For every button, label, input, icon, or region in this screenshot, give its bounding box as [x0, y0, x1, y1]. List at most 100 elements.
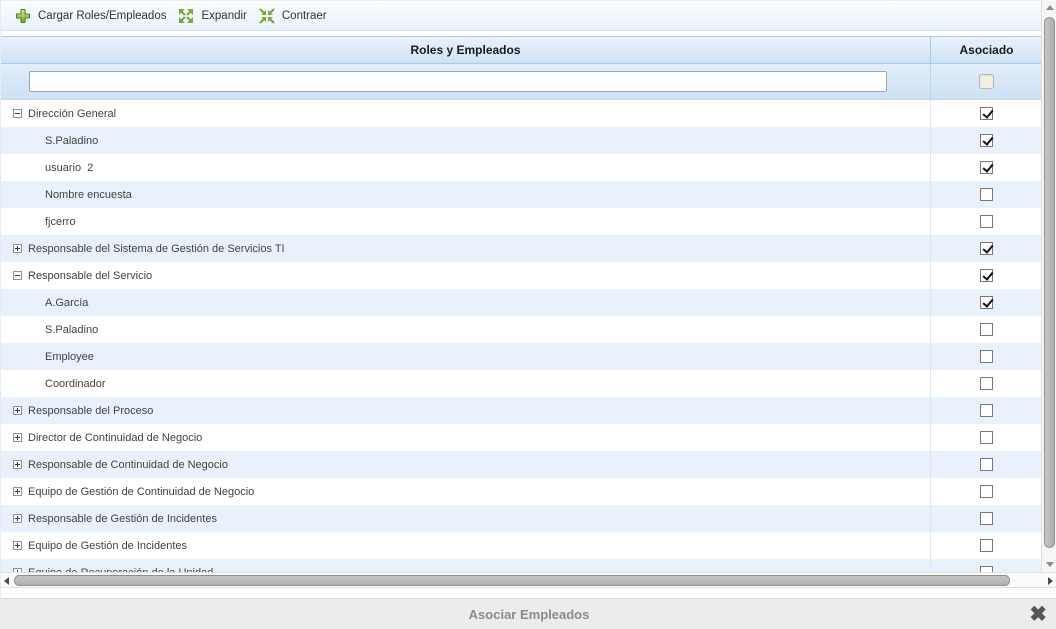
row-label: fjcerro — [45, 216, 76, 228]
row-label: Nombre encuesta — [45, 189, 132, 201]
column-header-assoc-label: Asociado — [959, 43, 1013, 57]
row-main-cell: S.Paladino — [1, 127, 931, 154]
dialog-title: Asociar Empleados — [469, 607, 590, 622]
tree-toggle-icon[interactable] — [13, 541, 22, 550]
row-checkbox[interactable] — [980, 107, 993, 120]
table-row[interactable]: Equipo de Gestión de Incidentes — [1, 532, 1042, 559]
collapse-all-label: Contraer — [282, 10, 327, 22]
row-main-cell: fjcerro — [1, 208, 931, 235]
row-main-cell: Director de Continuidad de Negocio — [1, 424, 931, 451]
roles-employees-tree: Dirección General S.Paladino usuario 2 — [1, 100, 1042, 572]
row-checkbox[interactable] — [980, 458, 993, 471]
row-checkbox[interactable] — [980, 377, 993, 390]
close-icon[interactable]: ✖ — [1029, 601, 1047, 628]
vertical-scrollbar-thumb[interactable] — [1044, 17, 1055, 548]
row-checkbox[interactable] — [980, 188, 993, 201]
tree-toggle-icon[interactable] — [13, 406, 22, 415]
table-row[interactable]: A.García — [1, 289, 1042, 316]
table-row[interactable]: Employee — [1, 343, 1042, 370]
table-row[interactable]: S.Paladino — [1, 316, 1042, 343]
row-checkbox[interactable] — [980, 215, 993, 228]
tree-toggle-icon[interactable] — [13, 109, 22, 118]
table-row[interactable]: Responsable del Sistema de Gestión de Se… — [1, 235, 1042, 262]
filter-row — [1, 64, 1042, 100]
row-checkbox[interactable] — [980, 269, 993, 282]
tree-toggle-icon[interactable] — [13, 487, 22, 496]
row-main-cell: usuario 2 — [1, 154, 931, 181]
load-roles-employees-button[interactable]: Cargar Roles/Empleados — [11, 5, 174, 27]
filter-assoc-cell — [931, 64, 1042, 99]
expand-all-label: Expandir — [201, 10, 246, 22]
tree-toggle-icon[interactable] — [13, 244, 22, 253]
column-header-asociado: Asociado — [931, 37, 1042, 63]
table-row[interactable]: Responsable del Servicio — [1, 262, 1042, 289]
row-main-cell: Equipo de Gestión de Incidentes — [1, 532, 931, 559]
row-main-cell: Dirección General — [1, 100, 931, 127]
row-main-cell: Coordinador — [1, 370, 931, 397]
row-label: Employee — [45, 351, 94, 363]
table-row[interactable]: Nombre encuesta — [1, 181, 1042, 208]
filter-main-cell — [1, 64, 931, 99]
row-checkbox[interactable] — [980, 296, 993, 309]
row-checkbox[interactable] — [980, 134, 993, 147]
row-checkbox[interactable] — [980, 404, 993, 417]
table-row[interactable]: usuario 2 — [1, 154, 1042, 181]
row-label: Coordinador — [45, 378, 106, 390]
row-label: Responsable del Sistema de Gestión de Se… — [28, 243, 285, 255]
row-assoc-cell — [931, 451, 1042, 478]
collapse-all-button[interactable]: Contraer — [255, 5, 335, 27]
tree-toggle-icon[interactable] — [13, 514, 22, 523]
scroll-left-icon[interactable] — [4, 577, 9, 585]
horizontal-scrollbar[interactable] — [1, 572, 1056, 588]
select-all-checkbox[interactable] — [979, 74, 994, 89]
tree-toggle-icon[interactable] — [13, 433, 22, 442]
row-checkbox[interactable] — [980, 350, 993, 363]
table-row[interactable]: Coordinador — [1, 370, 1042, 397]
row-assoc-cell — [931, 478, 1042, 505]
table-row[interactable]: Equipo de Gestión de Continuidad de Nego… — [1, 478, 1042, 505]
row-label: Responsable de Gestión de Incidentes — [28, 513, 217, 525]
expand-icon — [178, 8, 194, 24]
row-main-cell: S.Paladino — [1, 316, 931, 343]
row-main-cell: A.García — [1, 289, 931, 316]
grid-header: Roles y Empleados Asociado — [1, 36, 1042, 64]
search-input[interactable] — [29, 71, 887, 92]
table-row[interactable]: Equipo de Recuperación de la Unidad — [1, 559, 1042, 572]
table-row[interactable]: Director de Continuidad de Negocio — [1, 424, 1042, 451]
column-header-roles-empleados: Roles y Empleados — [1, 37, 931, 63]
table-row[interactable]: Responsable de Continuidad de Negocio — [1, 451, 1042, 478]
expand-all-button[interactable]: Expandir — [174, 5, 254, 27]
scroll-down-icon[interactable] — [1046, 562, 1054, 567]
row-checkbox[interactable] — [980, 539, 993, 552]
vertical-scrollbar[interactable] — [1041, 0, 1056, 572]
row-checkbox[interactable] — [980, 512, 993, 525]
table-row[interactable]: Responsable de Gestión de Incidentes — [1, 505, 1042, 532]
table-row[interactable]: fjcerro — [1, 208, 1042, 235]
table-row[interactable]: Dirección General — [1, 100, 1042, 127]
scroll-up-icon[interactable] — [1046, 5, 1054, 10]
row-main-cell: Employee — [1, 343, 931, 370]
row-assoc-cell — [931, 208, 1042, 235]
row-assoc-cell — [931, 316, 1042, 343]
row-main-cell: Responsable del Proceso — [1, 397, 931, 424]
horizontal-scrollbar-thumb[interactable] — [14, 575, 1010, 586]
tree-toggle-icon[interactable] — [13, 271, 22, 280]
row-checkbox[interactable] — [980, 431, 993, 444]
table-row[interactable]: Responsable del Proceso — [1, 397, 1042, 424]
row-label: A.García — [45, 297, 88, 309]
tree-toggle-icon[interactable] — [13, 460, 22, 469]
row-checkbox[interactable] — [980, 242, 993, 255]
row-checkbox[interactable] — [980, 485, 993, 498]
table-row[interactable]: S.Paladino — [1, 127, 1042, 154]
row-assoc-cell — [931, 181, 1042, 208]
scroll-right-icon[interactable] — [1048, 577, 1053, 585]
row-assoc-cell — [931, 262, 1042, 289]
row-label: Equipo de Gestión de Continuidad de Nego… — [28, 486, 254, 498]
row-label: Responsable de Continuidad de Negocio — [28, 459, 228, 471]
row-checkbox[interactable] — [980, 161, 993, 174]
row-main-cell: Responsable de Gestión de Incidentes — [1, 505, 931, 532]
row-assoc-cell — [931, 235, 1042, 262]
row-main-cell: Equipo de Recuperación de la Unidad — [1, 559, 931, 572]
row-checkbox[interactable] — [980, 323, 993, 336]
row-label: Responsable del Servicio — [28, 270, 152, 282]
